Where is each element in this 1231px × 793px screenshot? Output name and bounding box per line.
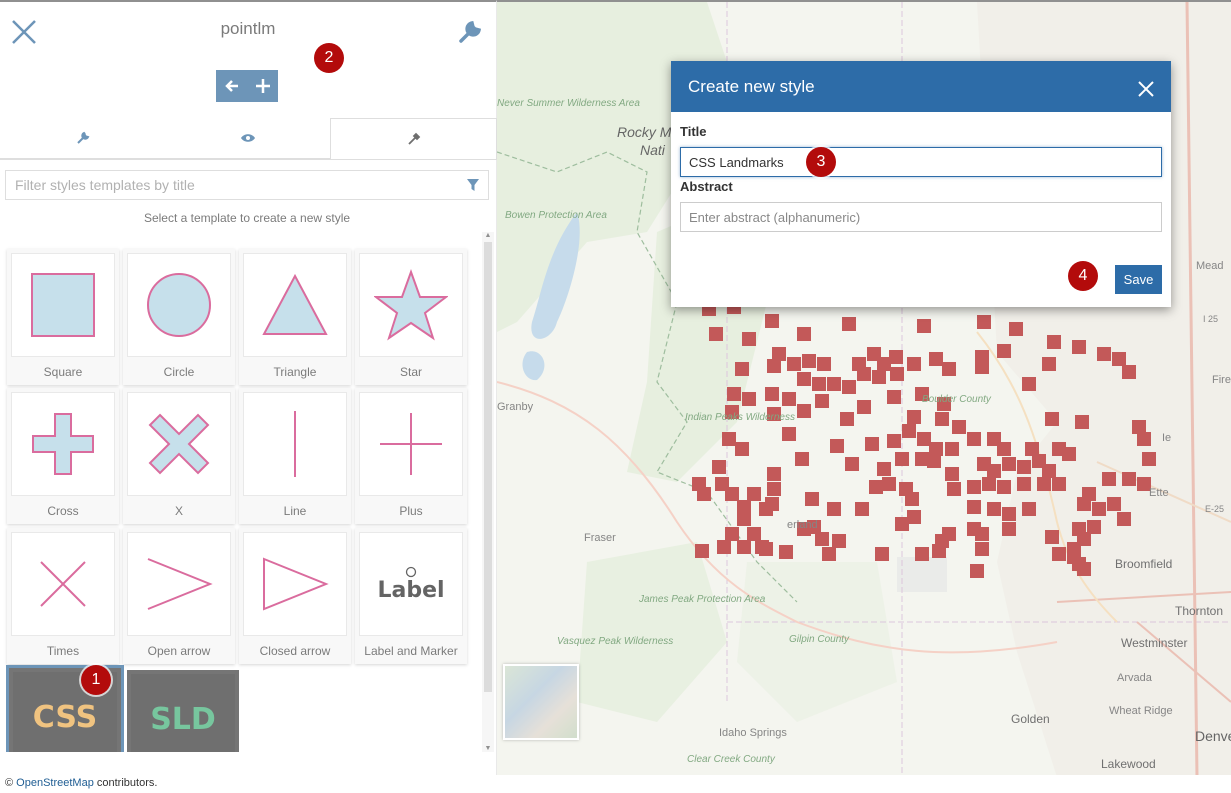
copyright-symbol: ©: [5, 777, 14, 789]
step-badge: 3: [806, 147, 836, 177]
title-label: Title: [680, 124, 707, 139]
dialog-title: Create new style: [688, 76, 815, 96]
step-badge: 4: [1068, 261, 1098, 291]
step-badge: 2: [314, 43, 344, 73]
save-button[interactable]: Save: [1115, 265, 1162, 294]
title-input[interactable]: [680, 147, 1162, 177]
abstract-label: Abstract: [680, 179, 733, 194]
dialog-header: Create new style: [671, 61, 1171, 112]
map-attribution: © OpenStreetMap contributors.: [0, 775, 1231, 793]
step-badge: 1: [81, 665, 111, 695]
close-icon[interactable]: [1137, 80, 1155, 98]
attribution-suffix: contributors.: [96, 777, 158, 789]
osm-link[interactable]: OpenStreetMap: [16, 777, 94, 789]
abstract-input[interactable]: [680, 202, 1162, 232]
